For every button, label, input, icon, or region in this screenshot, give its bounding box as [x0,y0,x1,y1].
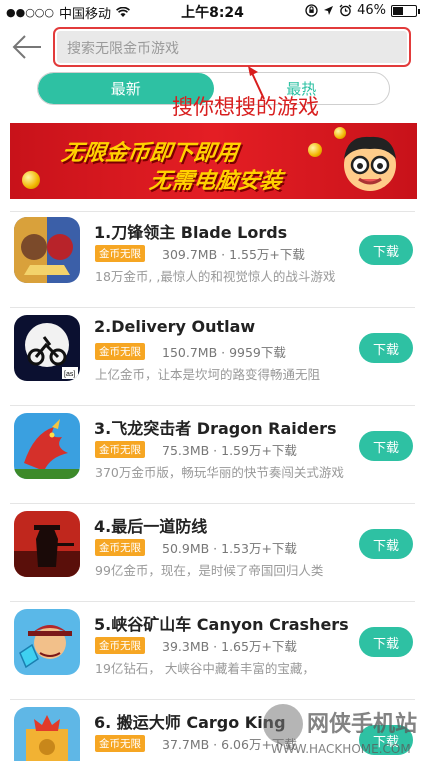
annotation-text: 搜你想搜的游戏 [172,95,319,119]
app-description: 99亿金币，现在，是时候了帝国回归人类 [95,563,324,578]
cargo-king-icon [14,707,80,761]
app-description: 370万金币版，畅玩华丽的快节奏闯关式游戏 [95,465,344,480]
app-list-item[interactable]: [as] 2.Delivery Outlaw 金币无限 150.7MB · 99… [0,307,425,405]
app-meta: 50.9MB · 1.53万+下载 [162,541,297,556]
app-title: 3.飞龙突击者 Dragon Raiders [94,419,337,438]
app-list-item[interactable]: 1.刀锋领主 Blade Lords 金币无限 309.7MB · 1.55万+… [0,209,425,307]
battery-level [393,6,403,15]
app-description: 上亿金币，让本是坎坷的路变得畅通无阻 [95,367,321,382]
mascot-face-icon [344,136,396,191]
app-meta: 39.3MB · 1.65万+下载 [162,639,297,654]
alarm-icon [339,4,352,17]
unlimited-coins-badge: 金币无限 [95,539,145,556]
location-icon [324,6,334,15]
app-title: 5.峡谷矿山车 Canyon Crashers [94,615,349,634]
battery-icon [391,4,420,17]
unlimited-coins-badge: 金币无限 [95,441,145,458]
coin-icon [22,171,40,189]
unlimited-coins-badge: 金币无限 [95,343,145,360]
orientation-lock-icon [305,4,318,17]
status-bar: ●●○○○ 中国移动 上午8:24 46% [0,0,425,22]
app-list-item[interactable]: 3.飞龙突击者 Dragon Raiders 金币无限 75.3MB · 1.5… [0,405,425,503]
app-description: 18万金币, ,最惊人的和视觉惊人的战斗游戏 [95,269,336,284]
unlimited-coins-badge: 金币无限 [95,637,145,654]
delivery-outlaw-icon: [as] [14,315,80,381]
watermark: 网侠手机站 WWW.HACKHOME.COM [263,702,425,761]
banner-line2: 无需电脑安装 [147,169,284,194]
app-title: 2.Delivery Outlaw [94,317,256,336]
app-title: 4.最后一道防线 [94,517,208,536]
app-title: 1.刀锋领主 Blade Lords [94,223,288,242]
download-button[interactable]: 下载 [359,235,413,265]
search-input[interactable]: 搜索无限金币游戏 [53,27,411,67]
back-arrow-icon[interactable] [10,32,44,62]
canyon-crashers-icon [14,609,80,675]
app-list-item[interactable]: 5.峡谷矿山车 Canyon Crashers 金币无限 39.3MB · 1.… [0,601,425,699]
app-list-item[interactable]: 4.最后一道防线 金币无限 50.9MB · 1.53万+下载 99亿金币，现在… [0,503,425,601]
unlimited-coins-badge: 金币无限 [95,245,145,262]
coin-icon [308,143,322,157]
app-meta: 309.7MB · 1.55万+下载 [162,247,305,262]
watermark-logo-icon [263,704,303,744]
blade-lords-icon [14,217,80,283]
watermark-title: 网侠手机站 [307,712,418,737]
battery-percent: 46% [357,3,386,18]
app-meta: 75.3MB · 1.59万+下载 [162,443,297,458]
download-button[interactable]: 下载 [359,529,413,559]
download-button[interactable]: 下载 [359,431,413,461]
watermark-url: WWW.HACKHOME.COM [271,742,411,756]
download-button[interactable]: 下载 [359,333,413,363]
last-line-icon [14,511,80,577]
app-meta: 150.7MB · 9959下载 [162,345,286,360]
app-description: 19亿钻石， 大峡谷中藏着丰富的宝藏， [95,661,315,676]
app-title: 6. 搬运大师 Cargo King [94,713,286,732]
dragon-raiders-icon [14,413,80,479]
search-placeholder: 搜索无限金币游戏 [67,41,179,57]
svg-text:[as]: [as] [64,371,75,378]
download-button[interactable]: 下载 [359,627,413,657]
unlimited-coins-badge: 金币无限 [95,735,145,752]
promo-banner[interactable]: 无限金币即下即用 无需电脑安装 [10,123,417,199]
